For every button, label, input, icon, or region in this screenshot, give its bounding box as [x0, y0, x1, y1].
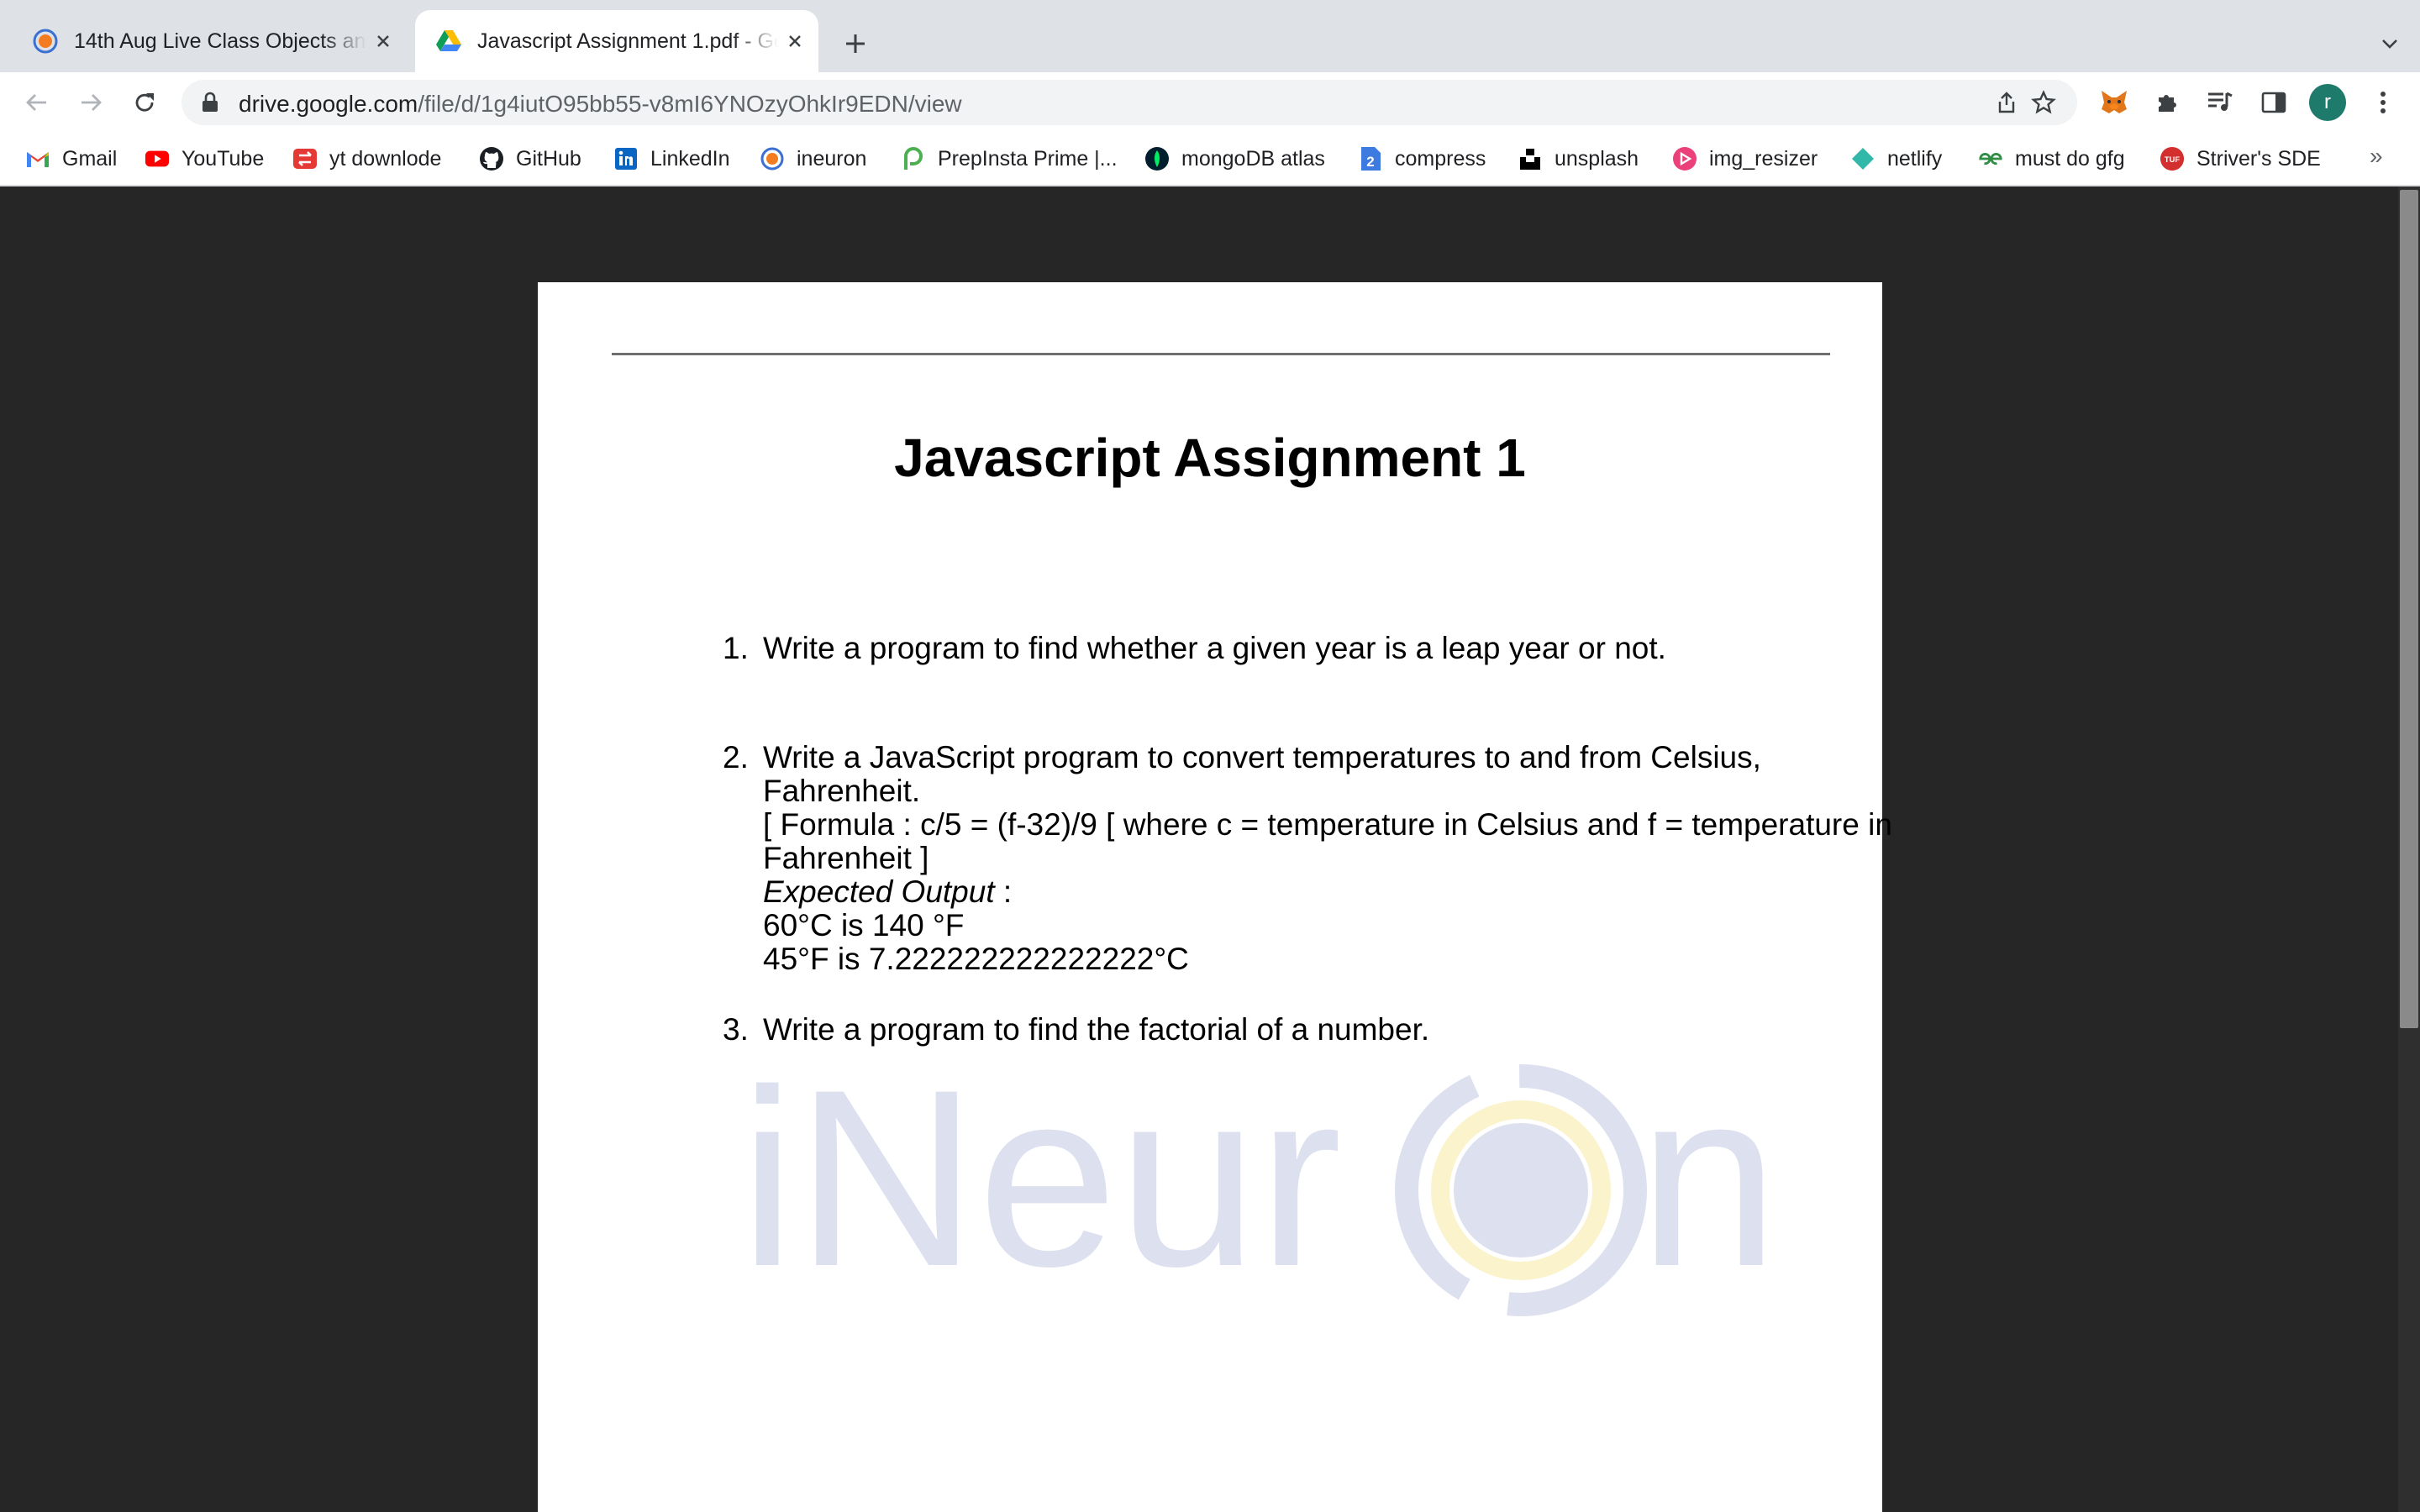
bookmark-linkedin[interactable]: LinkedIn	[613, 144, 730, 173]
question-number: 3.	[723, 1012, 749, 1047]
prepinsta-icon	[901, 146, 926, 171]
bookmarks-overflow-button[interactable]: »	[2370, 143, 2383, 170]
question-number: 1.	[723, 631, 749, 665]
bookmark-strivers-sde[interactable]: TUF Striver's SDE	[2160, 144, 2321, 173]
expected-output-colon: :	[994, 874, 1013, 909]
bookmark-label: must do gfg	[2015, 146, 2125, 171]
bookmark-label: Striver's SDE	[2196, 146, 2321, 171]
bookmark-compress[interactable]: 2 compress	[1358, 144, 1486, 173]
bookmarks-bar: Gmail YouTube yt downlode GitHub LinkedI…	[0, 133, 2420, 186]
bookmark-label: netlify	[1887, 146, 1943, 171]
img-resizer-icon	[1672, 146, 1697, 171]
bookmark-label: mongoDB atlas	[1181, 146, 1325, 171]
bookmark-label: ineuron	[797, 146, 867, 171]
ineuron-watermark-logo: iNeur n	[739, 1037, 1779, 1322]
bookmark-prepinsta[interactable]: PrepInsta Prime |...	[901, 144, 1118, 173]
question-text: Write a program to find whether a given …	[763, 631, 1666, 665]
github-icon	[479, 146, 504, 171]
formula-text: Fahrenheit ]	[763, 841, 929, 875]
google-drive-icon	[435, 28, 462, 55]
unsplash-icon	[1518, 146, 1543, 171]
url-path: /file/d/1g4iutO95bb55-v8mI6YNOzyOhkIr9ED…	[418, 91, 962, 117]
expected-output-line: 60°C is 140 °F	[763, 908, 965, 942]
lock-icon[interactable]	[200, 92, 220, 118]
bookmark-label: unsplash	[1555, 146, 1639, 171]
svg-text:n: n	[1639, 1062, 1778, 1319]
bookmark-youtube[interactable]: YouTube	[145, 144, 264, 173]
question-text: Fahrenheit.	[763, 774, 921, 808]
tab-title: 14th Aug Live Class Objects and Arrays	[74, 29, 366, 53]
address-bar[interactable]: drive.google.com/file/d/1g4iutO95bb55-v8…	[182, 80, 2077, 125]
bookmark-gmail[interactable]: Gmail	[25, 144, 117, 173]
new-tab-button[interactable]	[835, 24, 876, 64]
mongodb-icon	[1144, 146, 1170, 171]
bookmark-label: Gmail	[62, 146, 118, 171]
svg-text:2: 2	[1366, 154, 1374, 170]
bookmark-label: PrepInsta Prime |...	[938, 146, 1118, 171]
browser-toolbar: drive.google.com/file/d/1g4iutO95bb55-v8…	[0, 72, 2420, 133]
document-title: Javascript Assignment 1	[894, 428, 1526, 488]
share-icon[interactable]	[1991, 87, 2022, 118]
yt-downloader-icon	[292, 146, 318, 171]
netlify-icon	[1850, 146, 1876, 171]
extensions-puzzle-icon[interactable]	[2148, 84, 2185, 121]
expected-output-line: 45°F is 7.222222222222222°C	[763, 942, 1189, 976]
ineuron-icon	[760, 146, 785, 171]
bookmark-label: img_resizer	[1709, 146, 1818, 171]
bookmark-netlify[interactable]: netlify	[1850, 144, 1942, 173]
bookmark-mongodb[interactable]: mongoDB atlas	[1144, 144, 1325, 173]
forward-arrow-icon[interactable]	[71, 82, 111, 123]
linkedin-icon	[613, 146, 639, 171]
profile-avatar[interactable]: r	[2309, 84, 2346, 121]
question-number: 2.	[723, 740, 749, 774]
bookmark-star-icon[interactable]	[2028, 87, 2059, 118]
bookmark-label: compress	[1395, 146, 1486, 171]
bookmark-label: GitHub	[516, 146, 581, 171]
bookmark-must-do-gfg[interactable]: must do gfg	[1978, 144, 2125, 173]
bookmark-label: YouTube	[182, 146, 265, 171]
scrollbar-thumb[interactable]	[2400, 190, 2418, 1028]
formula-text: [ Formula : c/5 = (f-32)/9 [ where c = t…	[763, 807, 1892, 842]
expected-output-heading: Expected Output :	[763, 875, 1889, 909]
url-text: drive.google.com/file/d/1g4iutO95bb55-v8…	[239, 91, 962, 118]
header-rule	[612, 353, 1830, 355]
bookmark-yt-downlode[interactable]: yt downlode	[292, 144, 441, 173]
reload-icon[interactable]	[124, 82, 165, 123]
bookmark-img-resizer[interactable]: img_resizer	[1672, 144, 1818, 173]
pdf-page: Javascript Assignment 1 iNeur n 1. Write…	[538, 282, 1892, 1512]
bookmark-label: yt downlode	[329, 146, 442, 171]
svg-text:iNeur: iNeur	[739, 1062, 1342, 1319]
close-tab-icon[interactable]	[778, 24, 812, 58]
metamask-fox-icon[interactable]	[2096, 84, 2133, 121]
more-menu-icon[interactable]	[2365, 84, 2402, 121]
bookmark-ineuron[interactable]: ineuron	[760, 144, 866, 173]
question-text: Write a JavaScript program to convert te…	[763, 740, 1761, 774]
tuf-icon: TUF	[2160, 146, 2185, 171]
pdf-viewer[interactable]: Javascript Assignment 1 iNeur n 1. Write…	[0, 186, 2420, 1512]
svg-text:TUF: TUF	[2165, 155, 2180, 164]
bookmark-github[interactable]: GitHub	[479, 144, 581, 173]
tab-strip: 14th Aug Live Class Objects and Arrays J…	[0, 0, 2420, 72]
tab-javascript-assignment[interactable]: Javascript Assignment 1.pdf - Google Dri…	[415, 10, 818, 72]
compress-icon: 2	[1358, 146, 1383, 171]
url-host: drive.google.com	[239, 91, 418, 117]
gfg-icon	[1978, 146, 2003, 171]
bookmark-label: LinkedIn	[650, 146, 730, 171]
tab-live-class[interactable]: 14th Aug Live Class Objects and Arrays	[15, 10, 407, 72]
bookmark-unsplash[interactable]: unsplash	[1518, 144, 1639, 173]
gmail-icon	[25, 146, 50, 171]
scrollbar[interactable]	[2398, 186, 2420, 1512]
expected-output-label: Expected Output	[763, 874, 995, 909]
side-panel-icon[interactable]	[2255, 84, 2292, 121]
close-tab-icon[interactable]	[366, 24, 400, 58]
ineuron-icon	[32, 28, 59, 55]
media-queue-icon[interactable]	[2202, 84, 2238, 121]
tab-title: Javascript Assignment 1.pdf - Google Dri…	[477, 29, 778, 53]
youtube-icon	[145, 146, 170, 171]
tab-search-chevron-down-icon[interactable]	[2371, 25, 2408, 62]
question-text: Write a program to find the factorial of…	[763, 1012, 1430, 1047]
back-arrow-icon[interactable]	[17, 82, 57, 123]
